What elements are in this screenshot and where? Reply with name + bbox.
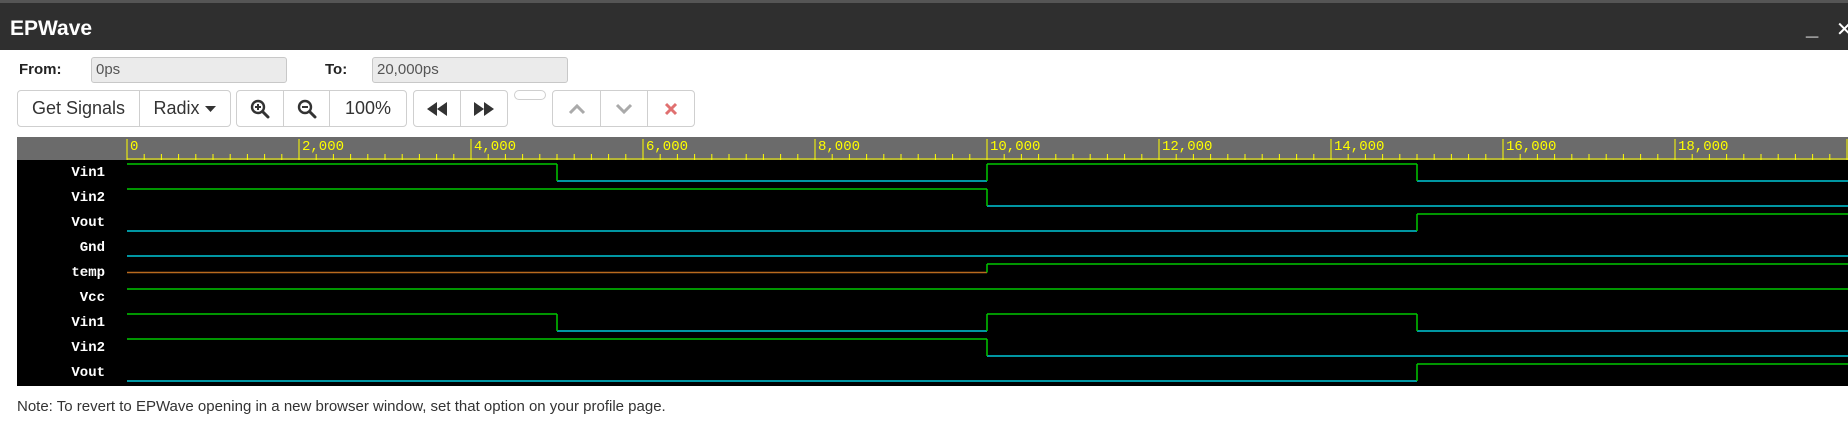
zoom-button-group: 100% (236, 90, 407, 127)
zoom-out-button[interactable] (284, 91, 330, 126)
from-label: From: (19, 61, 62, 78)
signal-order-button-group (552, 90, 695, 127)
jump-back-button[interactable] (414, 91, 461, 126)
waveform-panel[interactable]: 0 2,000 4,000 6,000 8,000 10,000 12,000 14,000 1… (17, 137, 1848, 386)
zoom-out-icon (297, 99, 316, 118)
signals-button-group: Get Signals Radix (17, 90, 231, 127)
minimize-icon[interactable]: _ (1806, 15, 1818, 41)
signal-name[interactable]: Vin1 (71, 315, 105, 331)
get-signals-button[interactable]: Get Signals (18, 91, 140, 126)
jump-forward-button[interactable] (461, 91, 507, 126)
signal-name[interactable]: Vin1 (71, 165, 105, 181)
blank-toggle[interactable] (514, 90, 546, 100)
fast-forward-icon (474, 101, 494, 116)
signal-name[interactable]: Vin2 (71, 340, 105, 356)
fast-backward-icon (427, 101, 447, 116)
chevron-up-icon (568, 103, 585, 114)
waveform-svg: Vin1 Vin2 Vout Gnd temp Vcc Vin1 Vin2 Vout (71, 163, 1848, 382)
navigation-button-group (413, 90, 508, 127)
to-label: To: (325, 61, 348, 78)
radix-button[interactable]: Radix (140, 91, 230, 126)
close-icon[interactable]: ✕ (1836, 17, 1848, 42)
move-down-button[interactable] (601, 91, 648, 126)
remove-icon (664, 102, 678, 115)
from-field[interactable]: 0ps (91, 57, 287, 83)
signal-name[interactable]: Gnd (80, 240, 105, 256)
signal-name[interactable]: Vout (71, 215, 105, 231)
title-bar: EPWave _ ✕ (0, 0, 1848, 50)
chevron-down-icon (615, 103, 633, 114)
zoom-in-icon (250, 99, 270, 118)
signal-name[interactable]: Vcc (80, 290, 105, 306)
remove-signal-button[interactable] (648, 91, 694, 126)
zoom-level-button[interactable]: 100% (330, 91, 406, 126)
note-text: Note: To revert to EPWave opening in a n… (17, 398, 666, 415)
signal-name[interactable]: Vout (71, 365, 105, 381)
signal-name[interactable]: temp (71, 265, 105, 281)
move-up-button[interactable] (553, 91, 601, 126)
zoom-in-button[interactable] (237, 91, 284, 126)
signal-name[interactable]: Vin2 (71, 190, 105, 206)
to-field[interactable]: 20,000ps (372, 57, 568, 83)
caret-down-icon (204, 105, 216, 112)
radix-label: Radix (153, 98, 200, 118)
window-title: EPWave (10, 17, 93, 40)
